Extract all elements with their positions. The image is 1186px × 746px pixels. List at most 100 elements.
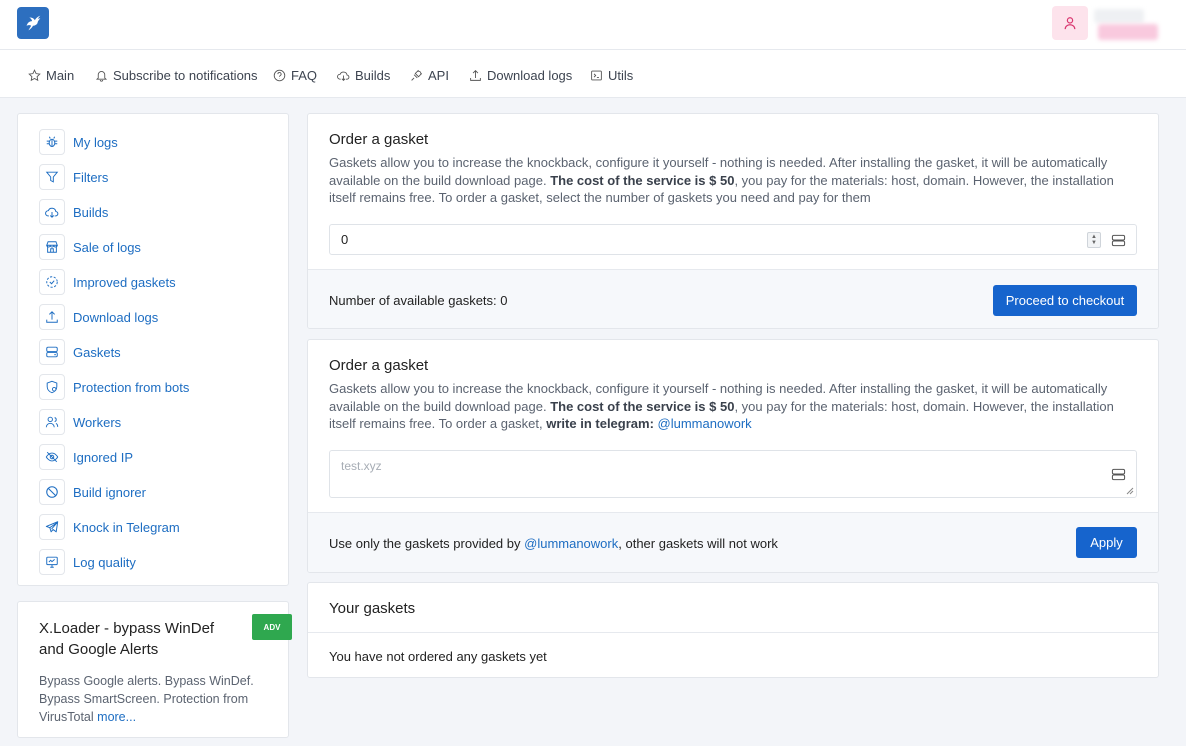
order-gasket-card: Order a gasket Gaskets allow you to incr… xyxy=(307,113,1159,329)
sidebar-item-label: Download logs xyxy=(73,309,159,325)
server-icon xyxy=(39,339,65,365)
sidebar-item-label: Knock in Telegram xyxy=(73,519,180,535)
sidebar-item-label: Log quality xyxy=(73,554,136,570)
apply-button[interactable]: Apply xyxy=(1076,527,1137,558)
sidebar-item-build-ignorer[interactable]: Build ignorer xyxy=(39,479,146,505)
upload-icon xyxy=(470,69,481,81)
ad-description: Bypass Google alerts. Bypass WinDef. Byp… xyxy=(39,674,254,724)
nav-faq-label: FAQ xyxy=(291,67,318,83)
nav-builds-label: Builds xyxy=(355,67,391,83)
sidebar-item-filters[interactable]: Filters xyxy=(39,164,108,190)
shield-icon xyxy=(39,374,65,400)
telegram-contact-link[interactable]: @lummanowork xyxy=(658,416,752,431)
sidebar-item-label: Improved gaskets xyxy=(73,274,176,290)
nav-utils[interactable]: Utils xyxy=(590,66,633,84)
hummingbird-icon[interactable] xyxy=(17,7,49,39)
store-icon xyxy=(39,234,65,260)
filter-icon xyxy=(39,164,65,190)
gasket-quantity-input[interactable]: 0 ▲ ▼ xyxy=(329,224,1137,255)
ad-title: X.Loader - bypass WinDef and Google Aler… xyxy=(39,620,215,658)
sidebar-item-label: Workers xyxy=(73,414,122,430)
nav-main-label: Main xyxy=(46,67,75,83)
sidebar-item-log-quality[interactable]: Log quality xyxy=(39,549,136,575)
nav-main[interactable]: Main xyxy=(28,66,74,84)
card-title: Order a gasket xyxy=(329,357,429,374)
card-title: Your gaskets xyxy=(329,600,416,617)
user-icon xyxy=(1064,17,1076,30)
ad-text: Bypass Google alerts. Bypass WinDef. Byp… xyxy=(39,672,269,726)
cloud-download-icon xyxy=(39,199,65,225)
provider-link[interactable]: @lummanowork xyxy=(524,536,618,551)
top-bar xyxy=(0,0,1186,50)
card-description: Gaskets allow you to increase the knockb… xyxy=(329,381,1114,431)
sidebar-item-protection-from-bots[interactable]: Protection from bots xyxy=(39,374,189,400)
star-icon xyxy=(28,68,41,81)
sidebar-item-sale-of-logs[interactable]: Sale of logs xyxy=(39,234,141,260)
sidebar: My logs Filters Builds Sale of logs Impr… xyxy=(17,113,289,586)
bug-icon xyxy=(39,129,65,155)
sidebar-item-ignored-ip[interactable]: Ignored IP xyxy=(39,444,133,470)
dashed-circle-check-icon xyxy=(39,269,65,295)
sidebar-item-label: Build ignorer xyxy=(73,484,146,500)
plug-icon xyxy=(411,69,423,81)
nav-utils-label: Utils xyxy=(608,67,634,83)
sidebar-item-label: Ignored IP xyxy=(73,449,133,465)
card-title: Order a gasket xyxy=(329,131,429,148)
quantity-stepper[interactable]: ▲ ▼ xyxy=(1087,232,1101,248)
nav-subscribe[interactable]: Subscribe to notifications xyxy=(95,66,258,84)
users-icon xyxy=(39,409,65,435)
server-icon xyxy=(1111,234,1126,247)
sidebar-item-my-logs[interactable]: My logs xyxy=(39,129,118,155)
main-nav: Main Subscribe to notifications FAQ Buil… xyxy=(0,50,1186,98)
empty-state-text: You have not ordered any gaskets yet xyxy=(329,649,547,664)
sidebar-item-label: Protection from bots xyxy=(73,379,190,395)
available-gaskets-count: Number of available gaskets: 0 xyxy=(329,293,508,308)
card-description: Gaskets allow you to increase the knockb… xyxy=(329,155,1114,205)
nav-faq[interactable]: FAQ xyxy=(273,66,317,84)
ad-more-link[interactable]: more... xyxy=(97,710,136,724)
nav-subscribe-label: Subscribe to notifications xyxy=(113,67,258,83)
sidebar-item-label: Sale of logs xyxy=(73,239,141,255)
nav-download-logs[interactable]: Download logs xyxy=(469,66,572,84)
monitor-icon xyxy=(39,549,65,575)
gasket-provider-note: Use only the gaskets provided by @lumman… xyxy=(329,536,778,551)
telegram-icon xyxy=(39,514,65,540)
card-footer: Use only the gaskets provided by @lumman… xyxy=(308,512,1158,572)
sidebar-item-knock-in-telegram[interactable]: Knock in Telegram xyxy=(39,514,180,540)
proceed-to-checkout-button[interactable]: Proceed to checkout xyxy=(993,285,1137,316)
user-name-redacted xyxy=(1094,9,1144,23)
textarea-placeholder: test.xyz xyxy=(341,459,382,473)
nav-api-label: API xyxy=(428,67,449,83)
user-avatar[interactable] xyxy=(1052,6,1088,40)
divider xyxy=(308,632,1158,633)
cloud-download-icon xyxy=(337,71,350,81)
ban-icon xyxy=(39,479,65,505)
sidebar-item-improved-gaskets[interactable]: Improved gaskets xyxy=(39,269,176,295)
sidebar-item-builds[interactable]: Builds xyxy=(39,199,108,225)
card-footer: Number of available gaskets: 0 Proceed t… xyxy=(308,269,1158,328)
resize-handle-icon[interactable] xyxy=(1126,487,1134,495)
server-icon xyxy=(1111,468,1126,481)
quantity-value: 0 xyxy=(341,232,349,247)
ad-badge: ADV xyxy=(252,614,292,640)
user-role-redacted xyxy=(1098,24,1158,40)
your-gaskets-card: Your gaskets You have not ordered any ga… xyxy=(307,582,1159,678)
terminal-icon xyxy=(591,70,602,80)
question-icon xyxy=(273,69,286,81)
upload-icon xyxy=(39,304,65,330)
nav-download-logs-label: Download logs xyxy=(487,67,573,83)
sidebar-item-download-logs[interactable]: Download logs xyxy=(39,304,158,330)
ad-card: X.Loader - bypass WinDef and Google Aler… xyxy=(17,601,292,738)
sidebar-item-workers[interactable]: Workers xyxy=(39,409,121,435)
eye-off-icon xyxy=(39,444,65,470)
sidebar-item-label: Builds xyxy=(73,204,109,220)
nav-builds[interactable]: Builds xyxy=(337,66,390,84)
sidebar-item-label: Gaskets xyxy=(73,344,121,360)
bell-icon xyxy=(95,70,108,82)
gasket-domain-textarea[interactable]: test.xyz xyxy=(329,450,1137,498)
nav-api[interactable]: API xyxy=(410,66,449,84)
order-gasket-telegram-card: Order a gasket Gaskets allow you to incr… xyxy=(307,339,1159,573)
sidebar-item-label: My logs xyxy=(73,134,118,150)
sidebar-item-label: Filters xyxy=(73,169,109,185)
sidebar-item-gaskets[interactable]: Gaskets xyxy=(39,339,121,365)
